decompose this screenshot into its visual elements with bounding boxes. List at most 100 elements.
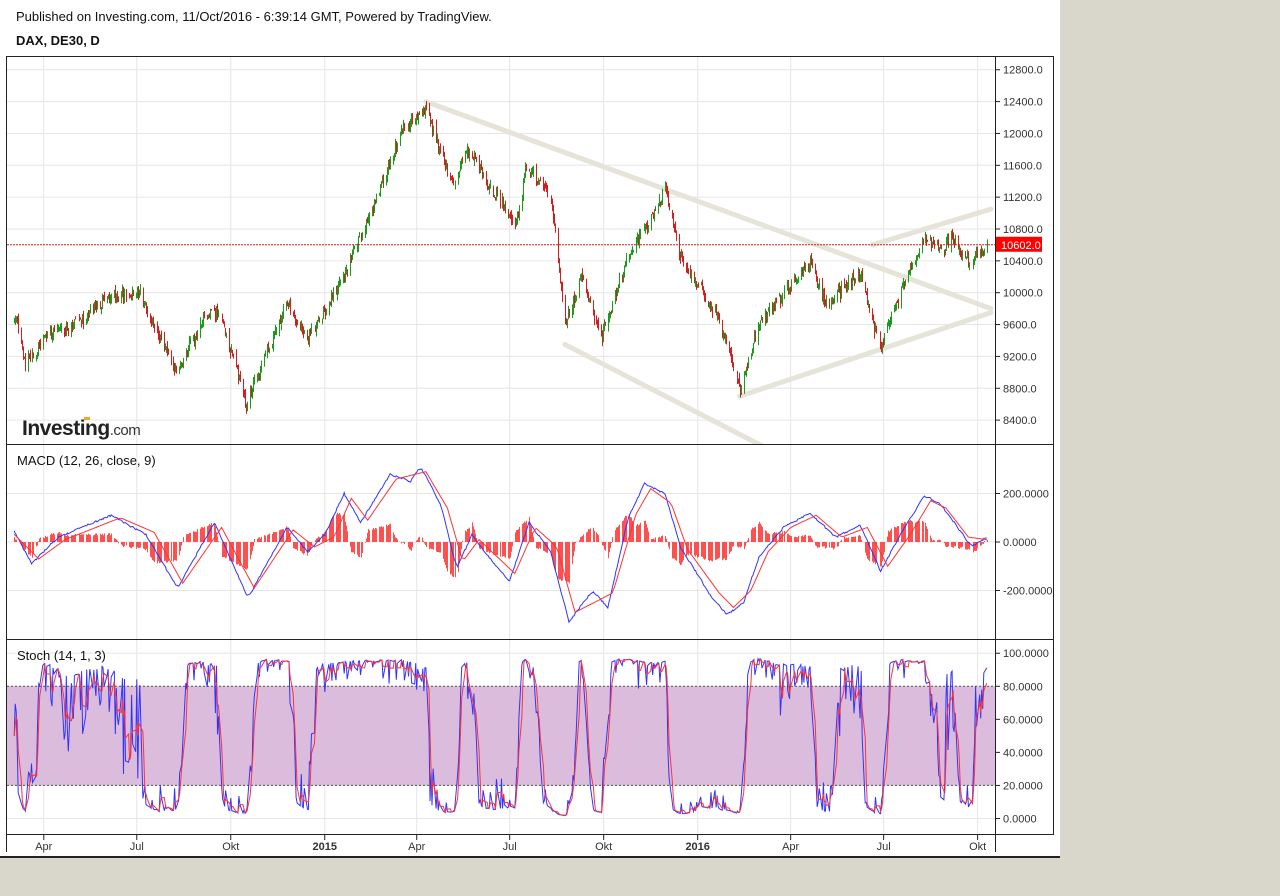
candle-body	[402, 130, 403, 131]
candle-body	[586, 280, 587, 292]
candle-body	[396, 144, 397, 150]
candle-body	[787, 285, 788, 291]
candle-body	[17, 320, 18, 321]
candle-body	[366, 220, 367, 229]
candle-body	[619, 276, 620, 288]
candle-body	[430, 115, 431, 125]
candle-body	[115, 290, 116, 301]
candle-body	[945, 250, 946, 251]
candle-body	[851, 279, 852, 285]
candle-body	[705, 298, 706, 300]
candle-body	[833, 302, 834, 304]
candle-body	[289, 303, 290, 305]
candle-body	[330, 304, 331, 305]
candle-body	[725, 337, 726, 339]
candle-body	[522, 195, 523, 208]
candle-body	[50, 329, 51, 331]
candle-body	[290, 301, 291, 311]
candle-body	[623, 274, 624, 279]
candle-body	[439, 148, 440, 151]
candle-body	[269, 349, 270, 350]
candle-body	[32, 352, 33, 359]
candle-body	[803, 266, 804, 271]
candle-body	[318, 319, 319, 320]
candle-body	[788, 283, 789, 290]
candle-body	[911, 265, 912, 266]
candle-body	[95, 303, 96, 307]
candle-body	[419, 111, 420, 113]
candle-body	[89, 315, 90, 318]
candle-body	[389, 162, 390, 168]
candle-body	[129, 296, 130, 298]
candle-body	[669, 203, 670, 210]
candle-body	[487, 183, 488, 187]
candle-body	[453, 183, 454, 184]
candle-body	[324, 310, 325, 311]
candle-body	[310, 331, 311, 333]
candle-body	[30, 354, 31, 358]
candle-body	[283, 309, 284, 314]
candle-body	[588, 294, 589, 300]
candle-body	[265, 353, 266, 356]
price-axis-label: 10000.0	[1003, 288, 1043, 300]
candle-body	[865, 282, 866, 293]
candle-body	[445, 161, 446, 168]
candle-body	[108, 294, 109, 298]
candle-body	[286, 305, 287, 307]
candle-body	[779, 294, 780, 296]
candle-body	[651, 214, 652, 226]
candle-body	[304, 330, 305, 332]
candle-body	[845, 284, 846, 286]
candle-body	[939, 249, 940, 250]
candle-body	[766, 316, 767, 320]
candle-body	[940, 246, 941, 247]
candle-body	[281, 320, 282, 324]
candle-body	[626, 258, 627, 264]
candle-body	[160, 335, 161, 342]
candle-body	[895, 306, 896, 307]
candle-body	[40, 343, 41, 347]
candle-body	[583, 277, 584, 279]
candle-body	[182, 363, 183, 366]
candle-body	[667, 189, 668, 194]
candle-body	[400, 134, 401, 146]
candle-body	[553, 207, 554, 219]
chart-canvas[interactable]: 12800.012400.012000.011600.011200.010800…	[0, 0, 1060, 856]
candle-body	[941, 247, 942, 249]
candle-body	[157, 327, 158, 329]
candle-body	[882, 343, 883, 348]
candle-body	[222, 316, 223, 322]
candle-body	[808, 264, 809, 269]
candle-body	[551, 196, 552, 202]
candle-body	[429, 105, 430, 114]
candle-body	[697, 285, 698, 286]
stoch-axis-label: 80.0000	[1003, 681, 1043, 693]
candle-body	[357, 249, 358, 250]
candle-body	[451, 177, 452, 180]
candle-body	[901, 289, 902, 303]
candle-body	[288, 303, 289, 304]
candle-body	[773, 305, 774, 310]
candle-body	[307, 331, 308, 340]
candle-body	[374, 201, 375, 210]
candle-body	[176, 367, 177, 373]
candle-body	[144, 303, 145, 304]
candle-body	[500, 193, 501, 204]
candle-body	[987, 242, 988, 249]
candle-body	[897, 302, 898, 303]
candle-body	[603, 328, 604, 340]
candle-body	[311, 328, 312, 332]
candle-body	[82, 316, 83, 322]
candle-body	[202, 323, 203, 326]
candle-body	[280, 318, 281, 323]
candle-body	[887, 326, 888, 332]
candle-body	[660, 202, 661, 204]
candle-body	[23, 348, 24, 357]
candle-body	[425, 107, 426, 116]
candle-body	[124, 290, 125, 298]
candle-body	[412, 116, 413, 123]
candle-body	[531, 172, 532, 174]
candle-body	[536, 167, 537, 184]
candle-body	[252, 391, 253, 393]
candle-body	[459, 172, 460, 174]
